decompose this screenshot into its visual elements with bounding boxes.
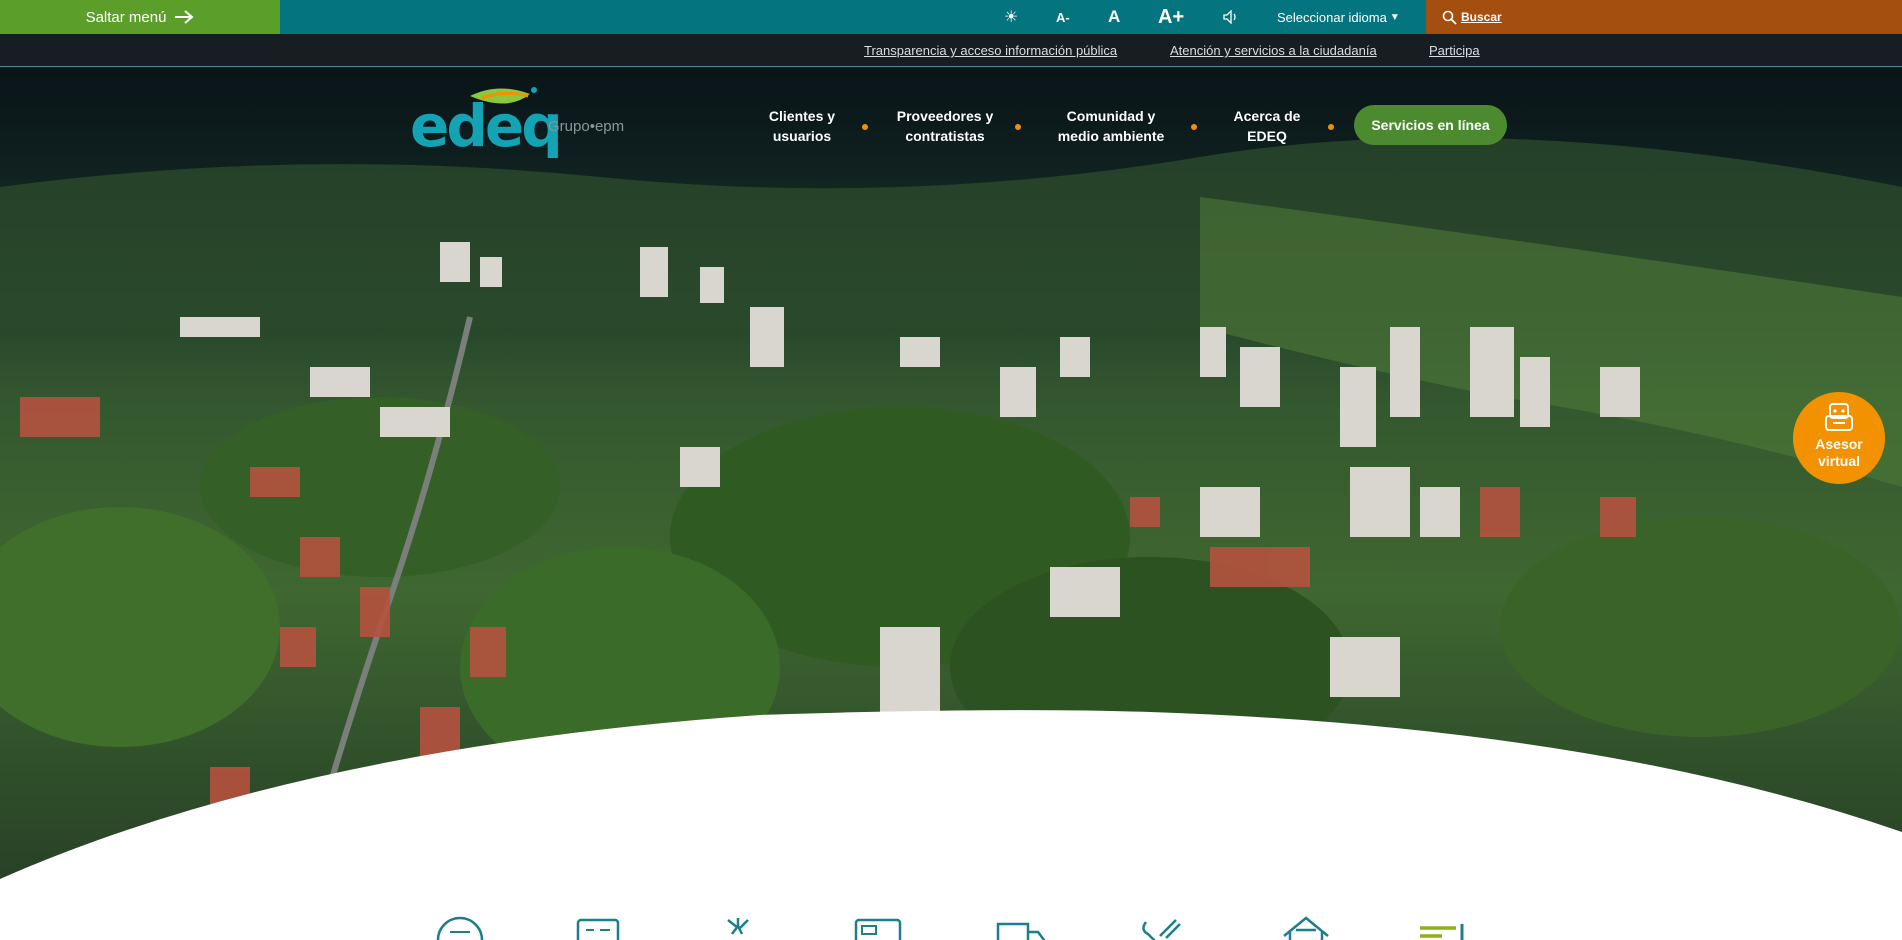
- nav-item-line2: EDEQ: [1247, 128, 1287, 144]
- caret-down-icon: ▼: [1389, 11, 1400, 23]
- participate-link[interactable]: Participa: [1429, 43, 1480, 58]
- virtual-assistant-button[interactable]: Asesor virtual: [1793, 392, 1885, 484]
- nav-clientes-usuarios[interactable]: Clientes y usuarios: [762, 106, 842, 146]
- city-aerial-image: [0, 137, 1902, 940]
- font-decrease-button[interactable]: A-: [1056, 0, 1070, 34]
- language-label: Seleccionar idioma: [1277, 9, 1387, 25]
- font-normal-button[interactable]: A: [1108, 0, 1120, 34]
- online-services-button[interactable]: Servicios en línea: [1354, 105, 1507, 145]
- nav-comunidad-medio-ambiente[interactable]: Comunidad y medio ambiente: [1050, 106, 1172, 146]
- nav-item-line1: Clientes y: [768, 108, 836, 124]
- arrow-right-icon: [175, 10, 194, 24]
- volume-icon[interactable]: [1223, 0, 1239, 34]
- nav-item-line2: medio ambiente: [1057, 128, 1165, 144]
- search-label: Buscar: [1461, 10, 1502, 24]
- truck-icon[interactable]: [992, 914, 1048, 940]
- nav-item-line2: usuarios: [772, 128, 832, 144]
- nav-item-line1: Acerca de: [1233, 108, 1301, 124]
- leaf-icon: [470, 87, 537, 104]
- invoice-icon[interactable]: [570, 914, 626, 940]
- payment-card-icon[interactable]: [852, 914, 908, 940]
- nav-proveedores-contratistas[interactable]: Proveedores y contratistas: [885, 106, 1005, 146]
- contrast-icon[interactable]: ☀: [1004, 0, 1018, 34]
- search-icon: [1442, 10, 1457, 25]
- tools-icon[interactable]: [1136, 914, 1192, 940]
- menu-list-icon[interactable]: [1416, 914, 1472, 940]
- grupo-epm-label: Grupo•epm: [548, 118, 625, 135]
- edeq-logo[interactable]: edeq Grupo•epm: [410, 84, 640, 164]
- top-utility-bar: Saltar menú ☀ A- A A+ Seleccionar idioma…: [0, 0, 1902, 34]
- nav-separator-dot: [862, 124, 868, 130]
- bill-icon[interactable]: [432, 914, 488, 940]
- nav-item-line1: Comunidad y: [1066, 108, 1156, 124]
- skip-menu-link[interactable]: Saltar menú: [0, 0, 280, 34]
- secondary-links-bar: Transparencia y acceso información públi…: [0, 34, 1902, 67]
- assistant-label-line2: virtual: [1817, 453, 1860, 469]
- nav-item-line2: contratistas: [905, 128, 985, 144]
- nav-separator-dot: [1015, 124, 1021, 130]
- language-selector[interactable]: Seleccionar idioma ▼: [1277, 0, 1400, 34]
- citizen-attention-link[interactable]: Atención y servicios a la ciudadanía: [1170, 43, 1377, 58]
- nav-separator-dot: [1328, 124, 1334, 130]
- nav-acerca-edeq[interactable]: Acerca de EDEQ: [1222, 106, 1312, 146]
- transparency-link[interactable]: Transparencia y acceso información públi…: [864, 43, 1117, 58]
- house-icon[interactable]: [1278, 914, 1334, 940]
- search-button[interactable]: Buscar: [1426, 0, 1902, 34]
- assistant-label-line1: Asesor: [1815, 436, 1863, 452]
- nav-separator-dot: [1191, 124, 1197, 130]
- nav-item-line1: Proveedores y: [896, 108, 994, 124]
- chat-bot-icon: [1825, 403, 1853, 431]
- energy-icon[interactable]: [710, 914, 766, 940]
- hero-banner: [0, 67, 1902, 940]
- skip-menu-label: Saltar menú: [85, 8, 167, 26]
- font-increase-button[interactable]: A+: [1158, 0, 1184, 34]
